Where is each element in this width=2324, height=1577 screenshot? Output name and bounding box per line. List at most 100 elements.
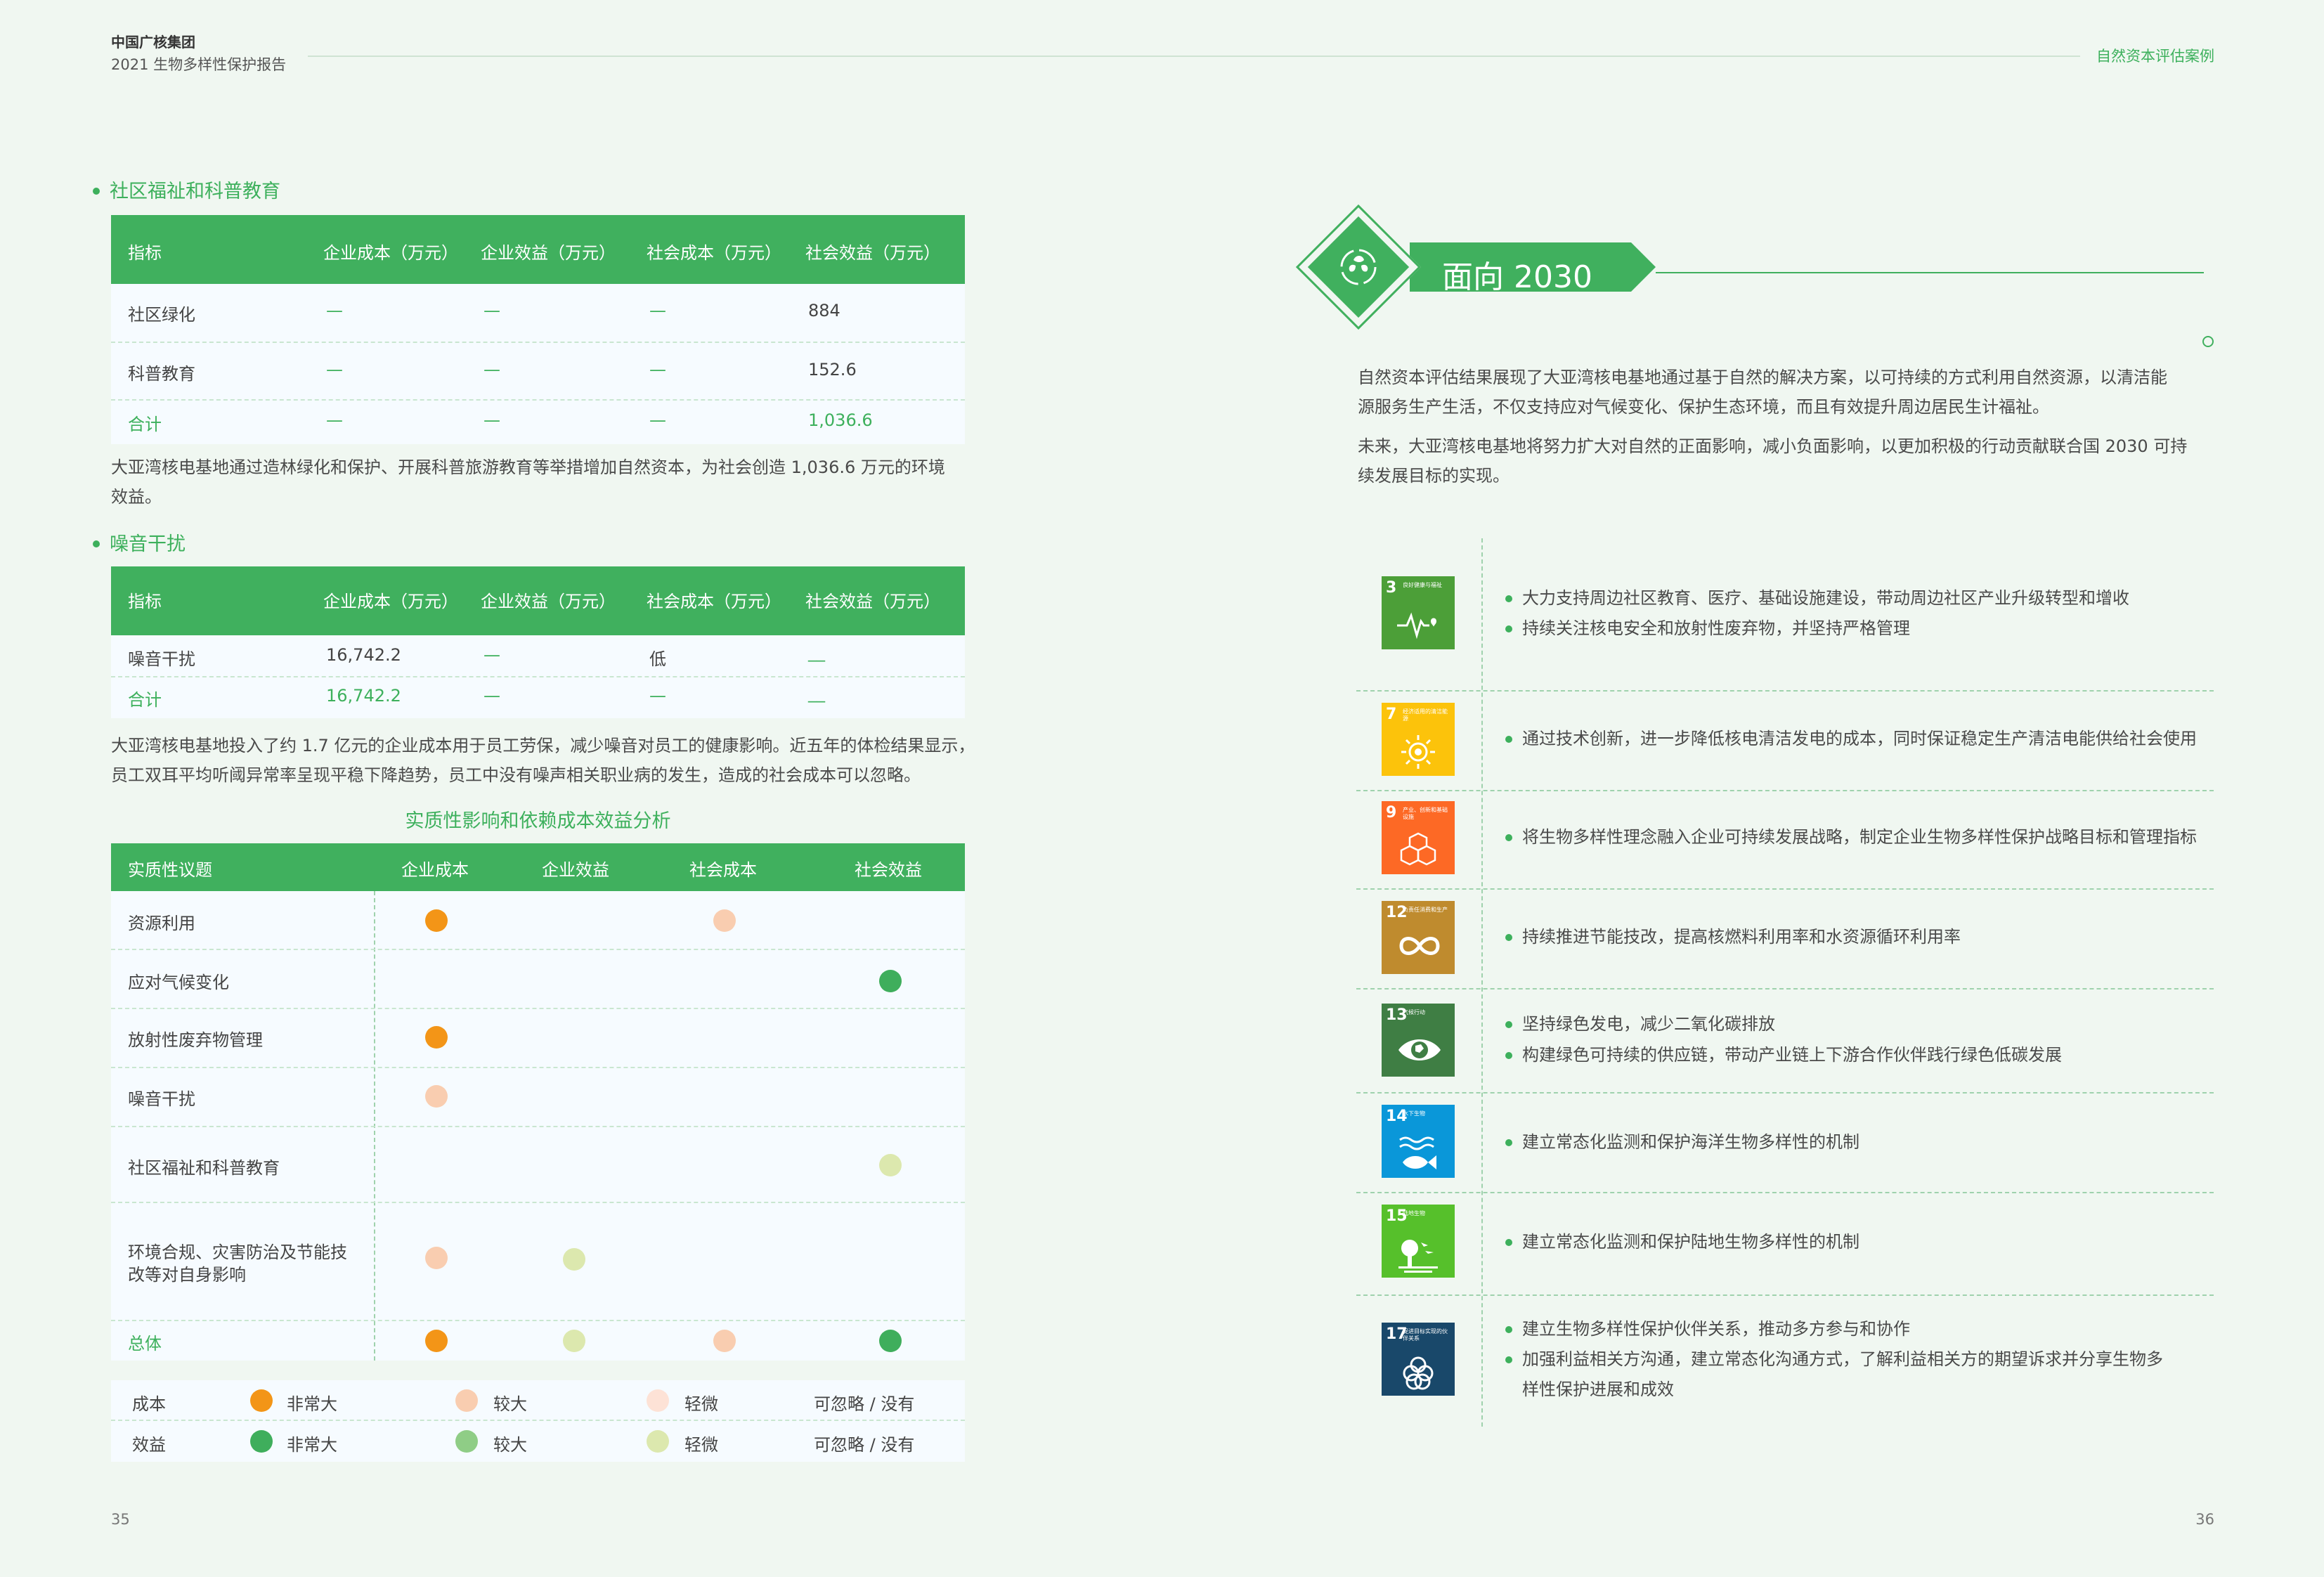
community-table: 指标 企业成本（万元） 企业效益（万元） 社会成本（万元） 社会效益（万元） 社…: [111, 215, 965, 444]
legend-text: 非常大: [287, 1435, 337, 1455]
col-header: 指标: [128, 592, 162, 611]
intro-paragraph: 自然资本评估结果展现了大亚湾核电基地通过基于自然的解决方案，以可持续的方式利用自…: [1358, 363, 2222, 422]
row-label: 改等对自身影响: [128, 1265, 246, 1285]
rating-dot: [425, 1330, 448, 1352]
sdg-column-divider: [1481, 538, 1483, 1427]
cell: —: [649, 686, 666, 706]
sdg-number: 7: [1386, 706, 1397, 723]
intro-line: 未来，大亚湾核电基地将努力扩大对自然的正面影响，减小负面影响，以更加积极的行动贡…: [1358, 436, 2188, 456]
sdg-item-line: 加强利益相关方沟通，建立常态化沟通方式，了解利益相关方的期望诉求并分享生物多: [1522, 1349, 2163, 1369]
row-label: 资源利用: [128, 914, 195, 933]
section-name: 自然资本评估案例: [2096, 48, 2214, 65]
sdg-label: 经济适用的清洁能源: [1403, 708, 1448, 722]
org-name: 中国广核集团: [111, 34, 195, 51]
note-line: 员工双耳平均听阈异常率呈现平稳下降趋势，员工中没有噪声相关职业病的发生，造成的社…: [111, 765, 921, 785]
sun-icon: [1401, 735, 1435, 769]
matrix-table: 实质性议题 企业成本 企业效益 社会成本 社会效益 资源利用 应对气候变化 放射…: [111, 843, 965, 1361]
cell: —: [649, 410, 666, 430]
cell: 1,036.6: [808, 410, 873, 430]
sdg-item: 持续推进节能技改，提高核燃料利用率和水资源循环利用率: [1505, 922, 2225, 952]
col-header: 社会成本: [689, 860, 757, 880]
sdg-separator: [1356, 988, 2214, 989]
table-row: 社区绿化 — — — 884: [111, 284, 965, 343]
col-header: 企业成本: [401, 860, 469, 880]
col-header: 社会效益: [855, 860, 922, 880]
cell: —: [326, 360, 343, 379]
noise-note: 大亚湾核电基地投入了约 1.7 亿元的企业成本用于员工劳保，减少噪音对员工的健康…: [111, 731, 982, 790]
legend-label: 成本: [132, 1394, 166, 1414]
row-label: 总体: [128, 1334, 162, 1354]
col-header: 企业效益（万元）: [481, 592, 616, 611]
banner-line: [1656, 272, 2204, 273]
col-header: 实质性议题: [128, 860, 212, 880]
cell: __: [808, 683, 825, 703]
sdg-item: 大力支持周边社区教育、医疗、基础设施建设，带动周边社区产业升级转型和增收: [1505, 583, 2225, 614]
table-header: 实质性议题 企业成本 企业效益 社会成本 社会效益: [111, 843, 965, 891]
legend-benefit-row: 效益 非常大 较大 轻微 可忽略 / 没有: [111, 1421, 965, 1462]
sdg-12-icon: 12 负责任消费和生产: [1382, 901, 1455, 974]
col-header: 企业效益（万元）: [481, 243, 616, 263]
heartbeat-icon: [1397, 612, 1436, 640]
intro-line: 自然资本评估结果展现了大亚湾核电基地通过基于自然的解决方案，以可持续的方式利用自…: [1358, 368, 2167, 387]
report-title: 2021 生物多样性保护报告: [111, 56, 287, 73]
sdg-item: 将生物多样性理念融入企业可持续发展战略，制定企业生物多样性保护战略目标和管理指标: [1505, 822, 2323, 852]
table-row-total: 合计 16,742.2 — — __: [111, 677, 965, 718]
sdg-14-icon: 14 水下生物: [1382, 1105, 1455, 1178]
rating-dot: [563, 1248, 585, 1271]
cell: —: [483, 301, 500, 320]
intro-line: 续发展目标的实现。: [1358, 466, 1510, 486]
sdg-item: 通过技术创新，进一步降低核电清洁发电的成本，同时保证稳定生产清洁电能供给社会使用: [1505, 724, 2323, 754]
fish-icon: [1399, 1136, 1436, 1169]
cell: —: [326, 301, 343, 320]
sdg-separator: [1356, 1092, 2214, 1093]
row-label: 应对气候变化: [128, 973, 229, 992]
rating-dot: [425, 1085, 448, 1108]
cell: 科普教育: [128, 364, 195, 384]
recycle-leaf-icon: [1340, 249, 1377, 285]
table-row: 科普教育 — — — 152.6: [111, 343, 965, 401]
col-header: 社会效益（万元）: [805, 592, 940, 611]
row-label: 噪音干扰: [128, 1089, 195, 1109]
cubes-icon: [1400, 832, 1436, 866]
col-header: 企业成本（万元）: [323, 592, 458, 611]
note-line: 大亚湾核电基地通过造林绿化和保护、开展科普旅游教育等举措增加自然资本，为社会创造…: [111, 457, 945, 477]
col-header: 社会成本（万元）: [647, 592, 781, 611]
sdg-13-icon: 13 气候行动: [1382, 1004, 1455, 1077]
row-label: 环境合规、灾害防治及节能技: [128, 1242, 347, 1262]
legend-text: 轻微: [684, 1435, 718, 1455]
sdg-separator: [1356, 888, 2214, 890]
sdg-7-icon: 7 经济适用的清洁能源: [1382, 703, 1455, 776]
sdg-separator: [1356, 1294, 2214, 1296]
page-number-right: 36: [2195, 1511, 2214, 1528]
sdg-label: 陆地生物: [1403, 1210, 1425, 1216]
col-header: 企业成本（万元）: [323, 243, 458, 263]
legend-text: 轻微: [684, 1394, 718, 1414]
cell: 合计: [128, 415, 162, 434]
table-row: 噪音干扰: [111, 1068, 965, 1127]
sdg-item: 持续关注核电安全和放射性废弃物，并坚持严格管理: [1505, 614, 2225, 644]
intro-line: 源服务生产生活，不仅支持应对气候变化、保护生态环境，而且有效提升周边居民生计福祉…: [1358, 397, 2049, 417]
rating-dot: [879, 1154, 902, 1176]
rating-dot: [425, 909, 448, 932]
table-header: 指标 企业成本（万元） 企业效益（万元） 社会成本（万元） 社会效益（万元）: [111, 215, 965, 284]
flower-icon: [1403, 1356, 1434, 1390]
table-row: 放射性废弃物管理: [111, 1009, 965, 1068]
cell: —: [483, 645, 500, 665]
legend-label: 效益: [132, 1435, 166, 1455]
cell: —: [483, 410, 500, 430]
legend-text: 非常大: [287, 1394, 337, 1414]
rating-dot: [879, 1330, 902, 1352]
legend-swatch: [455, 1430, 478, 1453]
sdg-item: 建立生物多样性保护伙伴关系，推动多方参与和协作: [1505, 1314, 2225, 1344]
sdg-item: 构建绿色可持续的供应链，带动产业链上下游合作伙伴践行绿色低碳发展: [1505, 1040, 2225, 1070]
legend-swatch: [455, 1389, 478, 1412]
sdg-number: 3: [1386, 579, 1397, 597]
community-section-title: 社区福祉和科普教育: [93, 176, 280, 203]
sdg-item: 坚持绿色发电，减少二氧化碳排放: [1505, 1009, 2225, 1039]
table-row: 噪音干扰 16,742.2 — 低 __: [111, 635, 965, 677]
rating-dot: [563, 1330, 585, 1352]
cell: —: [326, 410, 343, 430]
cell: —: [649, 301, 666, 320]
cell: 社区绿化: [128, 305, 195, 325]
cell: __: [808, 642, 825, 662]
